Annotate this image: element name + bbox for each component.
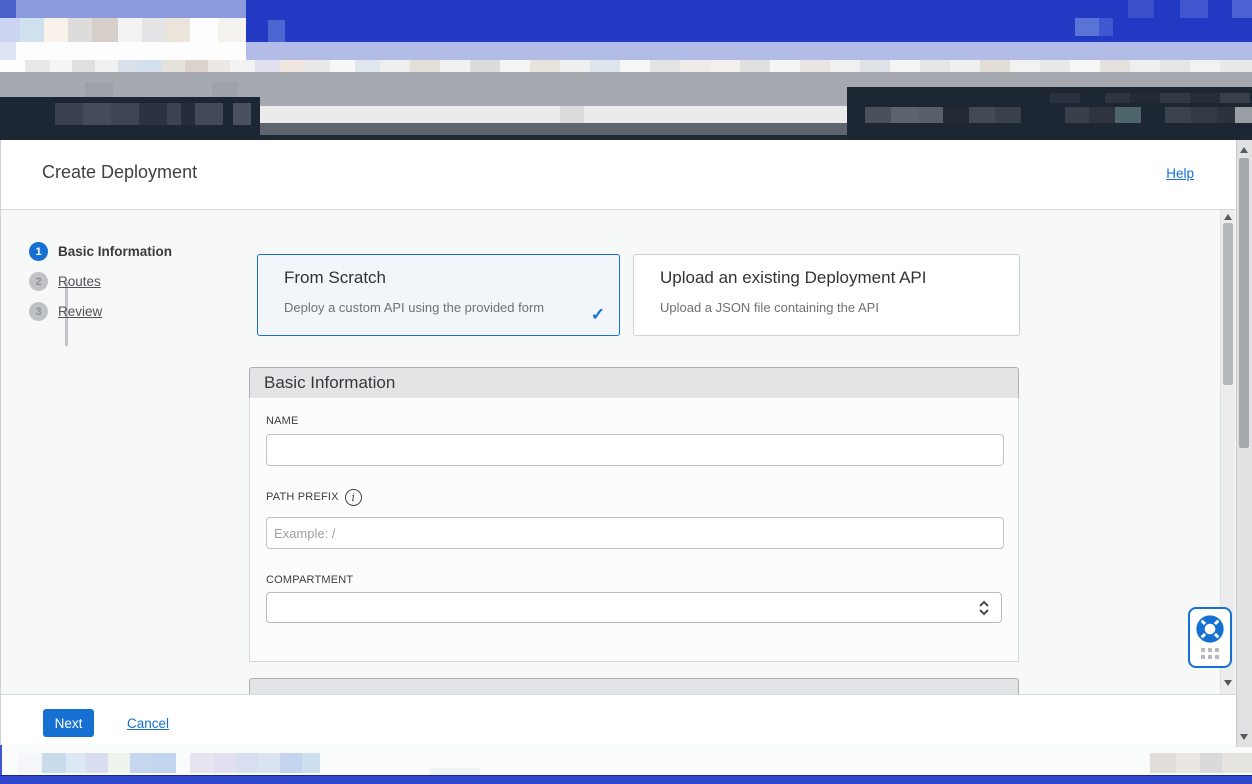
name-label: NAME [266, 415, 299, 427]
next-button[interactable]: Next [43, 709, 94, 737]
blur-console-nav-left [0, 97, 260, 140]
card-description: Deploy a custom API using the provided f… [284, 300, 544, 315]
blur-block [1232, 0, 1252, 18]
create-deployment-window: Create Deployment Help 1 Basic Informati… [0, 0, 1252, 784]
scrollbar-thumb[interactable] [1223, 223, 1233, 385]
blur-block [0, 745, 2, 775]
scroll-up-arrow-icon[interactable] [1224, 214, 1232, 220]
blur-block [55, 103, 251, 125]
floating-help-button[interactable] [1188, 607, 1232, 668]
blur-block [1099, 18, 1113, 36]
blur-block [865, 107, 1252, 123]
browser-scrollbar[interactable] [1236, 140, 1252, 747]
selected-check-icon: ✓ [591, 305, 605, 325]
blur-console-nav-right [847, 87, 1252, 140]
blur-row [0, 18, 1252, 42]
basic-information-panel: Basic Information NAME PATH PREFIX i COM… [249, 367, 1019, 662]
step-number-badge: 2 [29, 272, 48, 291]
panel-body: NAME PATH PREFIX i COMPARTMENT [249, 398, 1019, 662]
dialog-header: Create Deployment Help [0, 140, 1236, 210]
stepper-step-routes[interactable]: 2 Routes [29, 272, 101, 291]
path-prefix-label: PATH PREFIX [266, 491, 339, 503]
scroll-down-arrow-icon[interactable] [1224, 680, 1232, 686]
blur-block [1150, 753, 1252, 773]
blur-block [16, 0, 246, 18]
step-label: Basic Information [58, 244, 172, 259]
browser-chrome-blurred [0, 0, 1252, 140]
path-prefix-label-row: PATH PREFIX i [266, 487, 362, 507]
path-prefix-input[interactable] [266, 517, 1004, 549]
blur-block [268, 20, 285, 42]
app-grid-icon [1201, 648, 1219, 659]
card-description: Upload a JSON file containing the API [660, 300, 879, 315]
help-link[interactable]: Help [1166, 166, 1194, 181]
blur-block [1050, 93, 1250, 103]
step-number-badge: 1 [29, 242, 48, 261]
scrollbar-thumb[interactable] [1239, 158, 1249, 448]
card-title: Upload an existing Deployment API [660, 268, 927, 288]
blur-block [430, 768, 480, 775]
dialog-body: 1 Basic Information 2 Routes 3 Review Fr… [0, 210, 1236, 694]
panel-header: Basic Information [249, 367, 1019, 399]
card-upload-existing-api[interactable]: Upload an existing Deployment API Upload… [633, 254, 1020, 336]
step-number-badge: 3 [29, 302, 48, 321]
scroll-up-arrow-icon[interactable] [1240, 147, 1248, 153]
blur-row [0, 0, 1252, 18]
name-input[interactable] [266, 434, 1004, 466]
bottom-blue-bar [0, 775, 1252, 784]
blur-block [560, 106, 584, 123]
bottom-blurred-strip [0, 745, 1252, 775]
stepper-step-review[interactable]: 3 Review [29, 302, 102, 321]
step-label[interactable]: Routes [58, 274, 101, 289]
blur-block [0, 0, 16, 18]
page-title: Create Deployment [42, 162, 197, 183]
info-icon[interactable]: i [345, 489, 362, 506]
blur-block [0, 42, 246, 60]
panel-title: Basic Information [264, 373, 395, 393]
compartment-label: COMPARTMENT [266, 574, 353, 586]
blur-row [0, 42, 1252, 60]
scroll-down-arrow-icon[interactable] [1240, 734, 1248, 740]
lifebuoy-icon [1194, 613, 1226, 645]
blur-block [1180, 0, 1208, 18]
cancel-link[interactable]: Cancel [127, 716, 169, 731]
card-title: From Scratch [284, 268, 386, 288]
select-chevrons-icon [976, 599, 992, 617]
compartment-select[interactable] [266, 592, 1002, 623]
dialog-footer: Next Cancel [0, 694, 1236, 746]
blur-block [0, 18, 246, 42]
blur-block [1128, 0, 1154, 18]
blur-bookmarks-row [0, 60, 1252, 72]
step-label[interactable]: Review [58, 304, 102, 319]
card-from-scratch[interactable]: From Scratch Deploy a custom API using t… [257, 254, 620, 336]
blur-block [1075, 18, 1099, 36]
blur-block [18, 753, 320, 773]
stepper-step-basic-information: 1 Basic Information [29, 242, 172, 261]
